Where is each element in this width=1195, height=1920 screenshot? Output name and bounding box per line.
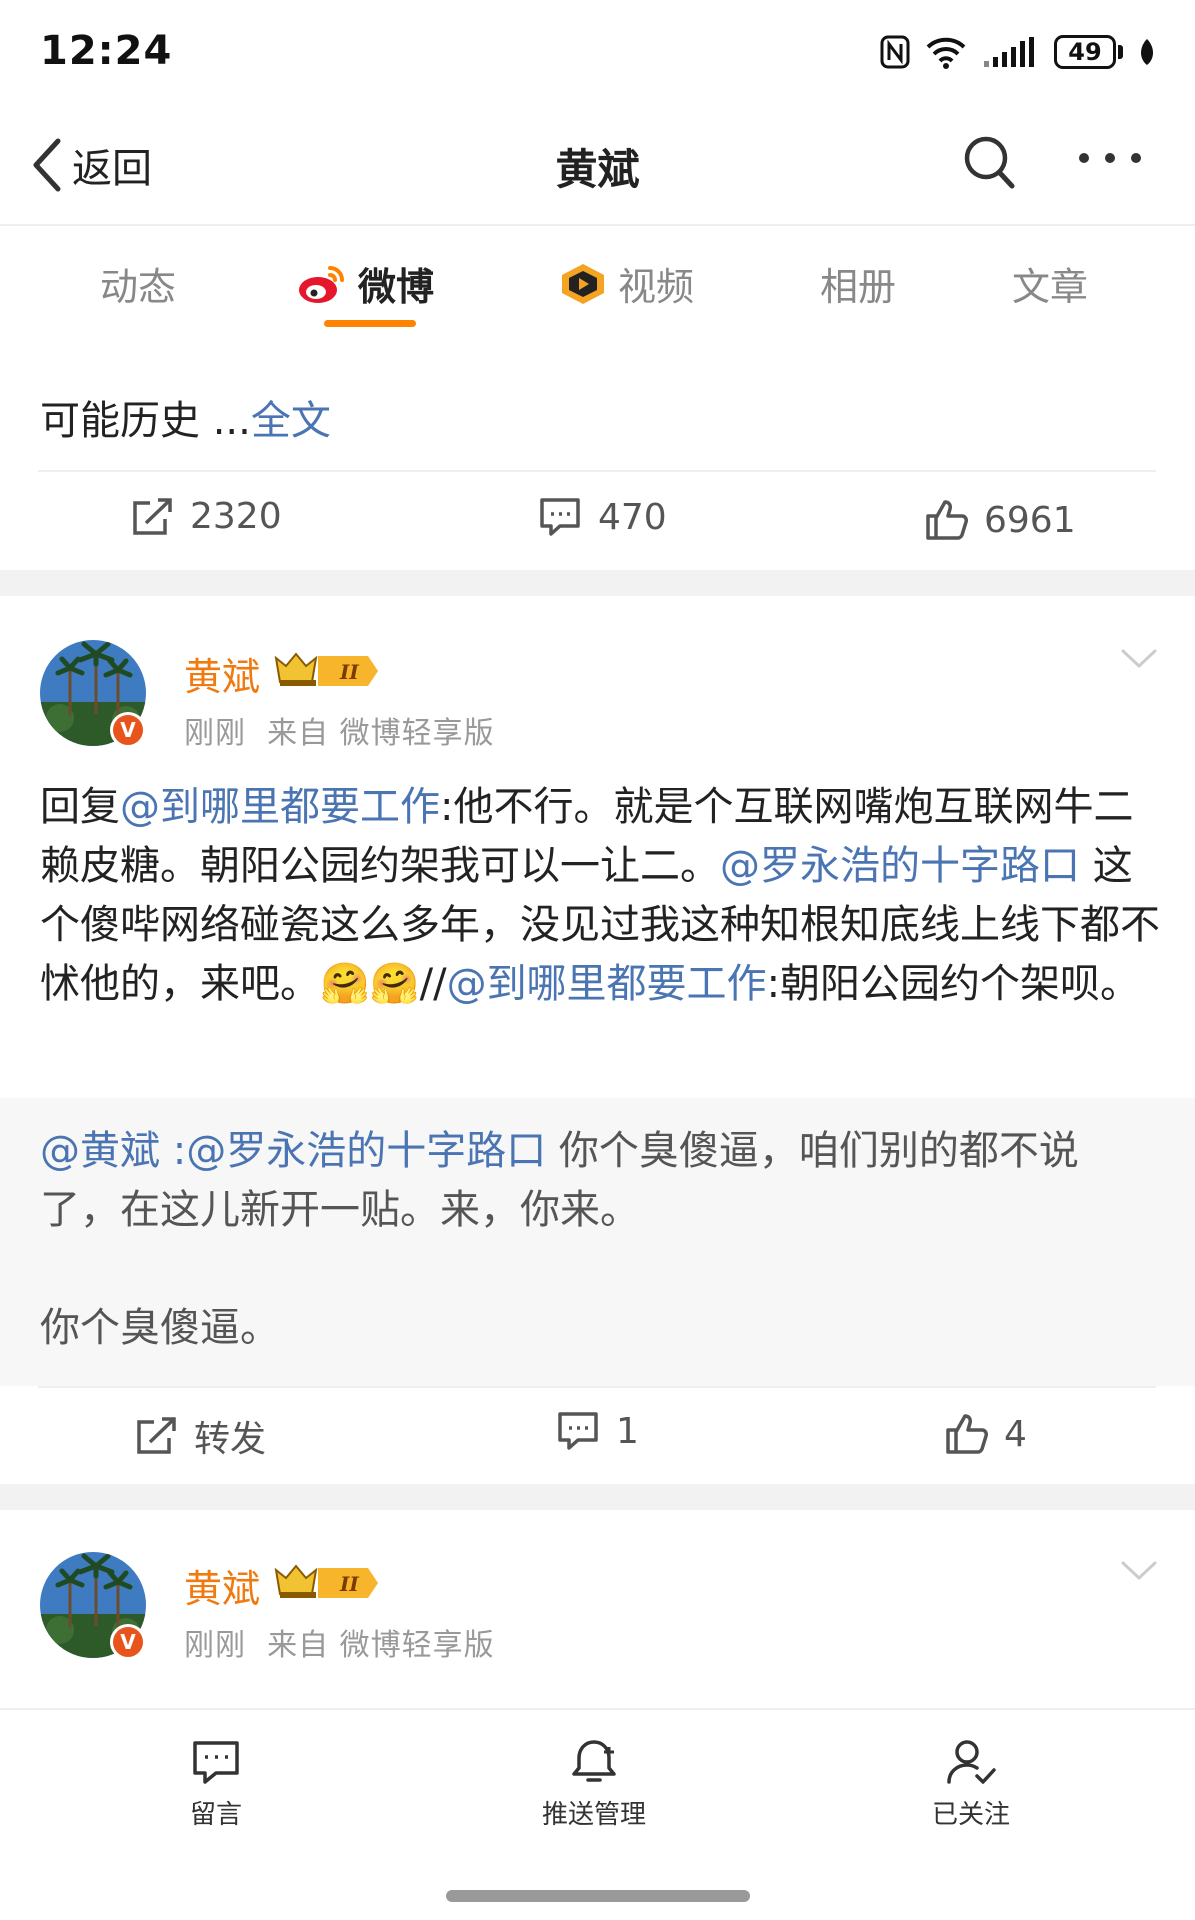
post-actions-row: 2320 470 6961 [0,472,1195,572]
like-button[interactable]: 4 [944,1412,1027,1456]
tab-dynamics[interactable]: 动态 [100,256,176,311]
chevron-down-icon [1121,1561,1157,1581]
user-check-icon [947,1740,996,1784]
repost-icon [133,497,172,535]
status-icons: 49 [880,30,1157,74]
member-crown-badge-icon[interactable]: II [272,648,380,694]
bell-plus-icon [572,1740,616,1782]
post-menu-button[interactable] [1120,648,1158,674]
repost-button[interactable]: 2320 [130,496,282,537]
repost-icon [137,1417,176,1454]
tab-articles[interactable]: 文章 [1012,256,1088,311]
signal-icon [984,37,1034,67]
svg-text:II: II [339,660,359,684]
post-body: 回复@到哪里都要工作:他不行。就是个互联网嘴炮互联网牛二赖皮糖。朝阳公园约架我可… [40,784,1160,1007]
leaf-icon [1141,39,1153,65]
post-time: 刚刚 [184,716,246,751]
search-icon [964,136,1015,189]
post-actions-row: 转发 1 4 [0,1388,1195,1488]
tab-weibo[interactable]: 微博 [296,256,434,311]
nfc-icon [880,35,910,69]
post-source: 来自 微博轻享版 [267,1628,495,1663]
home-indicator[interactable] [446,1890,750,1902]
search-button[interactable] [962,132,1018,196]
active-tab-indicator [324,320,416,327]
battery-indicator: 49 [1054,35,1123,69]
post-meta: 刚刚 来自 微博轻享版 [184,708,495,752]
wifi-icon [926,37,966,69]
thumbs-up-icon [926,500,968,540]
battery-level: 49 [1054,35,1116,69]
expand-full-text-link[interactable]: 全文 [251,398,331,444]
quoted-post-text: @黄斌 :@罗永浩的十字路口 你个臭傻逼，咱们别的都不说了，在这儿新开一贴。来，… [40,1122,1140,1358]
comment-button[interactable]: 470 [538,496,667,538]
mention-link[interactable]: @罗永浩的十字路口 [186,1128,546,1174]
quoted-post-line2: 你个臭傻逼。 [40,1305,280,1351]
push-settings-button[interactable]: 推送管理 [542,1738,646,1831]
back-label: 返回 [72,146,152,192]
like-button[interactable]: 6961 [924,498,1076,542]
back-button[interactable]: 返回 [28,136,152,194]
mention-link[interactable]: @到哪里都要工作 [120,784,440,830]
post-separator [0,1484,1195,1510]
comment-bubble-icon [193,1741,239,1784]
bottom-action-bar: 留言 推送管理 已关注 [0,1708,1195,1920]
chevron-left-icon [33,138,61,192]
post-author-name[interactable]: 黄斌 [184,1558,260,1613]
status-time: 12:24 [40,28,173,74]
truncated-post-text: 可能历史 ...全文 [40,398,331,444]
comment-icon [558,1412,598,1450]
repost-button[interactable]: 转发 [134,1410,266,1462]
mention-link[interactable]: @黄斌 : [40,1128,186,1174]
chevron-down-icon [1121,649,1157,669]
profile-tabs: 动态 微博 视频 相册 文章 [0,228,1195,338]
status-bar: 12:24 49 [0,0,1195,100]
tab-video[interactable]: 视频 [558,256,694,311]
weibo-logo-icon [299,265,344,303]
comment-icon [540,498,580,536]
message-button[interactable]: 留言 [190,1738,242,1831]
tab-album[interactable]: 相册 [820,256,896,311]
post-author-name[interactable]: 黄斌 [184,646,260,701]
weibo-profile-page: 12:24 49 返回 黄斌 动态 微博 视频 相册 文章 可能历史 ...全文… [0,0,1195,1920]
post-time: 刚刚 [184,1628,246,1663]
post-separator [0,570,1195,596]
mention-link[interactable]: @到哪里都要工作 [447,961,767,1007]
following-button[interactable]: 已关注 [932,1738,1010,1831]
comment-button[interactable]: 1 [556,1410,639,1452]
member-crown-badge-icon[interactable]: II [272,1560,380,1606]
post-meta: 刚刚 来自 微博轻享版 [184,1620,495,1664]
more-dots-icon [1079,153,1141,163]
svg-text:II: II [339,1572,359,1596]
nav-bar: 返回 黄斌 [0,100,1195,226]
video-play-icon [562,263,604,304]
mention-link[interactable]: @罗永浩的十字路口 [720,843,1080,889]
more-button[interactable] [1076,150,1144,170]
post-menu-button[interactable] [1120,1560,1158,1586]
verified-badge-icon: V [110,712,146,748]
thumbs-up-icon [946,1414,988,1454]
verified-badge-icon: V [110,1624,146,1660]
post-source: 来自 微博轻享版 [267,716,495,751]
